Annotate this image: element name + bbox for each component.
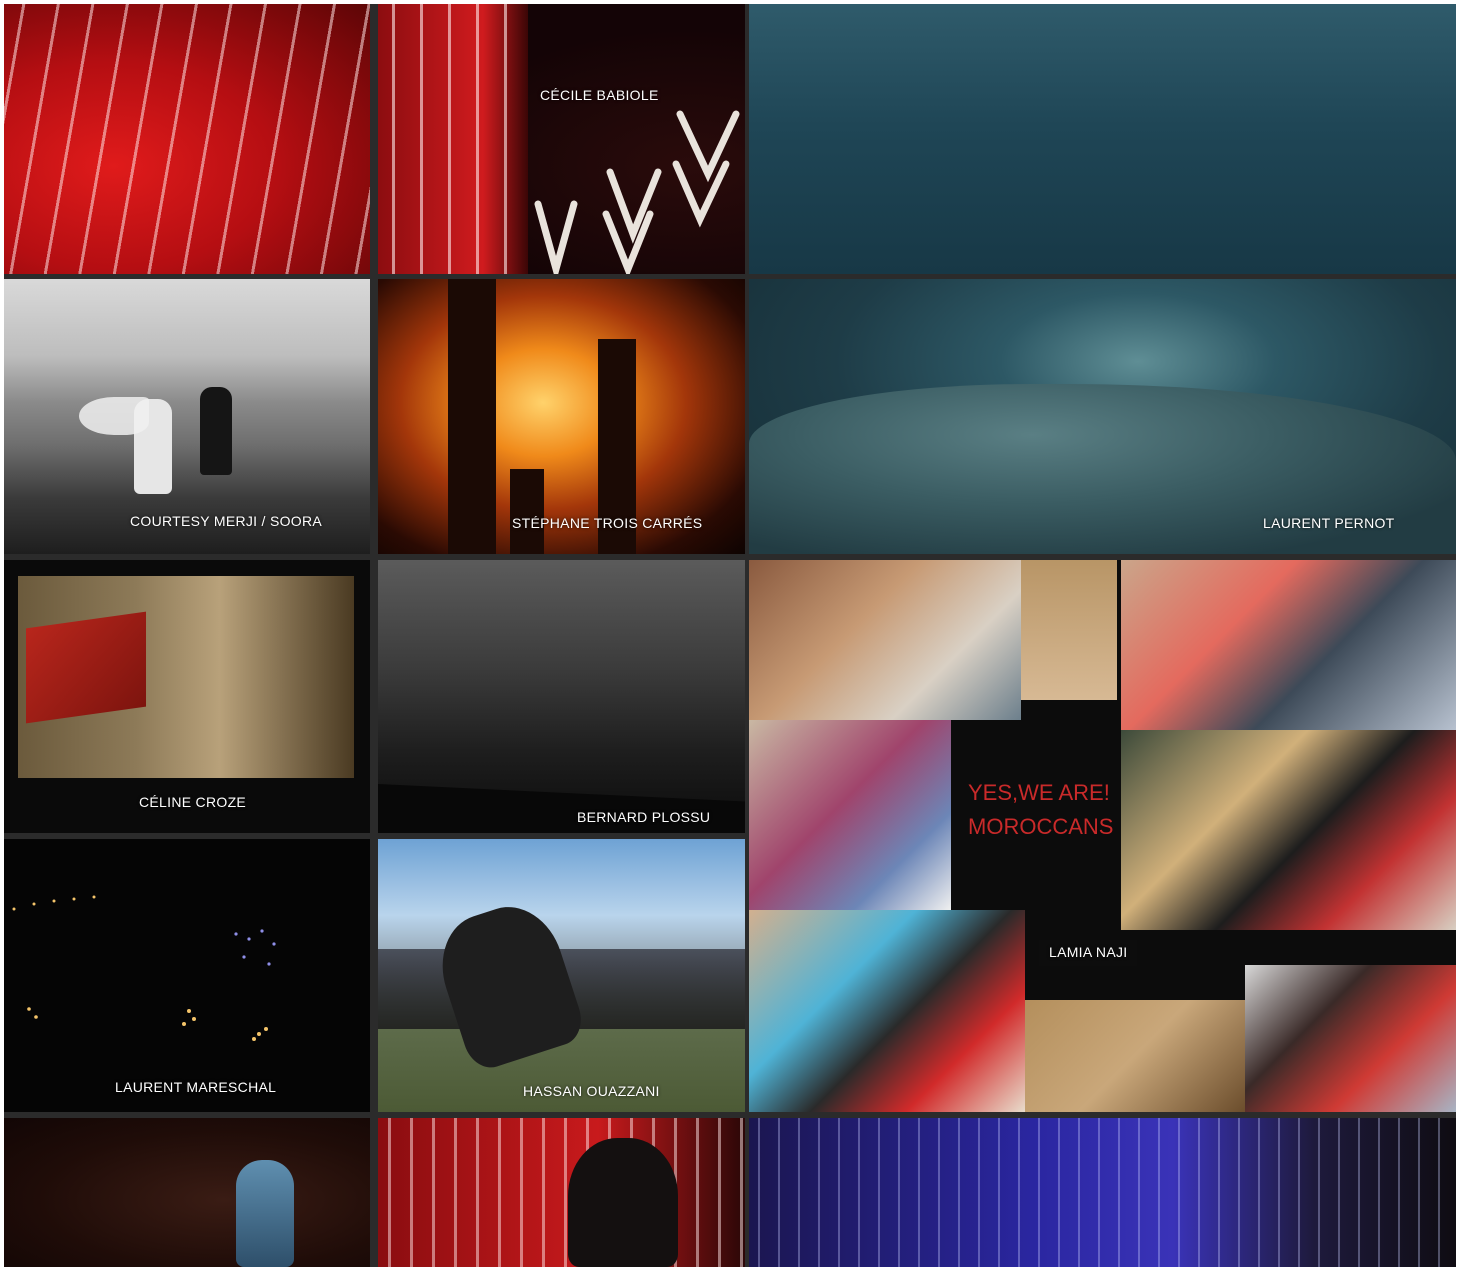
white-chevrons-graphic xyxy=(534,110,740,274)
lamia-naji-collage: YES,WE ARE! MOROCCANS LAMIA NAJI xyxy=(749,560,1456,1112)
caption-celine-croze: CÉLINE CROZE xyxy=(139,794,247,810)
collage-photo-2 xyxy=(1021,560,1117,700)
collage-photo-5 xyxy=(1121,730,1456,930)
collage-slogan-line2: MOROCCANS xyxy=(968,814,1114,839)
caption-lamia-naji: LAMIA NAJI xyxy=(1049,944,1128,960)
woman-headscarf-photo xyxy=(4,1118,370,1267)
courtesy-merji-soora-photo: COURTESY MERJI / SOORA xyxy=(4,279,370,554)
laurent-mareschal-photo: LAURENT MARESCHAL xyxy=(4,839,370,1112)
red-lines-portrait-photo xyxy=(378,1118,745,1267)
lamia-naji-caption-box: LAMIA NAJI xyxy=(1039,940,1138,966)
moroccan-flag xyxy=(26,611,146,724)
dancer-silhouette xyxy=(427,894,589,1074)
caption-hassan-ouazzani: HASSAN OUAZZANI xyxy=(523,1083,660,1099)
collage-slogan-line1: YES,WE ARE! xyxy=(968,780,1110,805)
man-silhouette xyxy=(200,387,232,475)
laurent-pernot-photo: LAURENT PERNOT xyxy=(749,279,1456,554)
collage-photo-4 xyxy=(749,720,951,910)
red-embroidery-photo xyxy=(4,4,370,274)
collage-photo-8 xyxy=(1245,965,1456,1112)
caption-courtesy-merji-soora: COURTESY MERJI / SOORA xyxy=(130,513,323,529)
burning-post-3 xyxy=(510,469,544,554)
bernard-plossu-photo: BERNARD PLOSSU xyxy=(378,560,745,833)
caption-bernard-plossu: BERNARD PLOSSU xyxy=(577,809,711,825)
collage-photo-6 xyxy=(749,910,1025,1112)
caption-laurent-pernot: LAURENT PERNOT xyxy=(1263,515,1395,531)
caption-cecile-babiole: CÉCILE BABIOLE xyxy=(540,87,659,103)
headscarf-figure xyxy=(236,1160,294,1267)
photo-mosaic: CÉCILE BABIOLE COURTESY MERJI / SOORA ST… xyxy=(4,4,1456,1267)
collage-photo-7 xyxy=(1025,1000,1245,1112)
collage-photo-1 xyxy=(749,560,1021,720)
man-portrait xyxy=(568,1138,678,1267)
burning-post-1 xyxy=(448,279,496,554)
celine-croze-photo: CÉLINE CROZE xyxy=(4,560,370,833)
coastal-sky-photo xyxy=(749,4,1456,274)
caption-stephane-trois-carres: STÉPHANE TROIS CARRÉS xyxy=(512,515,703,531)
caption-laurent-mareschal: LAURENT MARESCHAL xyxy=(115,1079,277,1095)
cecile-babiole-photo: CÉCILE BABIOLE xyxy=(378,4,745,274)
night-lights-graphic xyxy=(12,895,276,1041)
stephane-trois-carres-photo: STÉPHANE TROIS CARRÉS xyxy=(378,279,745,554)
blue-lines-installation-photo xyxy=(749,1118,1456,1267)
angel-wing xyxy=(79,397,149,435)
collage-photo-3 xyxy=(1121,560,1456,730)
hassan-ouazzani-photo: HASSAN OUAZZANI xyxy=(378,839,745,1112)
